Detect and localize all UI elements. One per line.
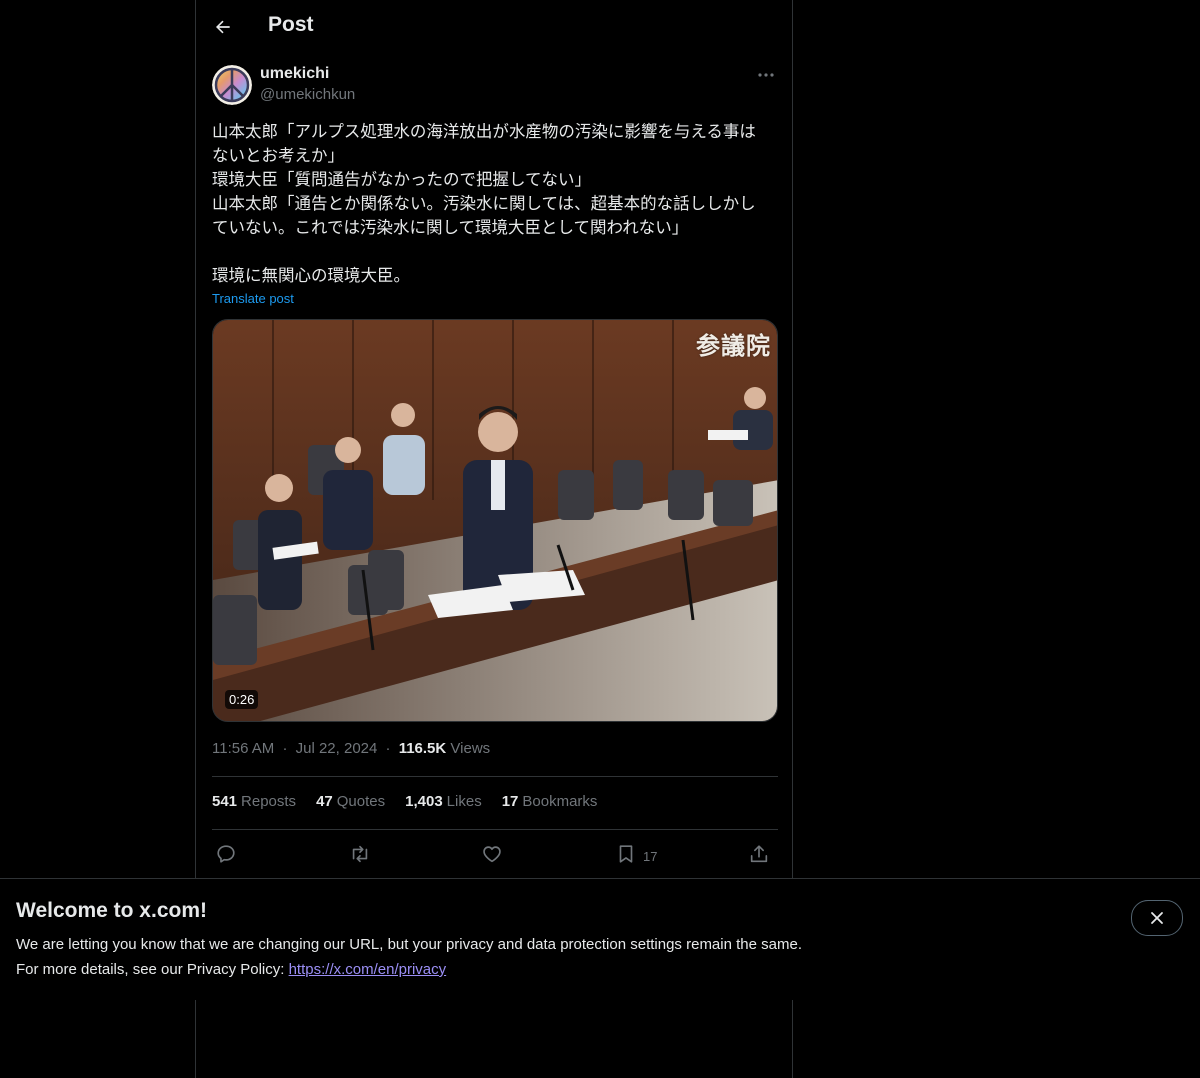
post-meta: 11:56 AM · Jul 22, 2024 · 116.5K Views <box>212 740 490 757</box>
translate-post-link[interactable]: Translate post <box>212 291 294 306</box>
bookmarks-label: Bookmarks <box>522 793 598 810</box>
user-handle[interactable]: @umekichkun <box>260 86 355 103</box>
close-icon <box>1151 912 1163 924</box>
likes-label: Likes <box>446 793 482 810</box>
page-title: Post <box>268 13 314 36</box>
banner-policy-prefix: For more details, see our Privacy Policy… <box>16 961 289 978</box>
post-text: 山本太郎「アルプス処理水の海洋放出が水産物の汚染に影響を与える事は ないとお考え… <box>212 120 778 288</box>
bookmark-icon <box>619 845 633 863</box>
bookmark-button[interactable]: 17 <box>615 840 657 868</box>
post-date[interactable]: Jul 22, 2024 <box>296 740 378 757</box>
post-line-blank <box>212 240 778 264</box>
reposts-stat[interactable]: 541 Reposts <box>212 793 296 810</box>
repost-button[interactable] <box>348 840 372 868</box>
reply-button[interactable] <box>215 840 237 868</box>
repost-icon <box>352 845 368 863</box>
divider <box>212 776 778 777</box>
reply-icon <box>217 845 235 863</box>
meta-separator: · <box>385 740 391 757</box>
post-line: 山本太郎「アルプス処理水の海洋放出が水産物の汚染に影響を与える事は <box>212 122 756 141</box>
video-duration-badge: 0:26 <box>225 690 259 709</box>
video-watermark: 参議院 <box>696 332 771 360</box>
quotes-label: Quotes <box>336 793 386 810</box>
views-label: Views <box>450 740 491 757</box>
views-count: 116.5K <box>398 740 447 757</box>
post-line: 環境に無関心の環境大臣。 <box>212 266 410 285</box>
privacy-policy-link[interactable]: https://x.com/en/privacy <box>289 961 447 978</box>
banner-policy-line: For more details, see our Privacy Policy… <box>16 961 446 978</box>
share-icon <box>750 845 768 863</box>
likes-count: 1,403 <box>405 793 443 810</box>
share-button[interactable] <box>748 840 770 868</box>
welcome-banner: Welcome to x.com! We are letting you kno… <box>0 878 1200 1000</box>
post-line: ていない。これでは汚染水に関して環境大臣として関われない」 <box>212 218 689 237</box>
bookmarks-stat[interactable]: 17 Bookmarks <box>502 793 598 810</box>
bookmark-action-count: 17 <box>643 848 658 864</box>
reposts-count: 541 <box>212 793 238 810</box>
peace-symbol-avatar <box>212 65 252 105</box>
quotes-count: 47 <box>316 793 333 810</box>
post-line: ないとお考えか」 <box>212 146 344 165</box>
banner-title: Welcome to x.com! <box>16 899 207 922</box>
meta-separator: · <box>282 740 288 757</box>
back-button[interactable] <box>206 10 240 44</box>
close-banner-button[interactable] <box>1131 900 1183 936</box>
banner-message: We are letting you know that we are chan… <box>16 936 802 953</box>
post-time[interactable]: 11:56 AM <box>212 740 274 757</box>
header: Post <box>196 0 792 54</box>
like-icon <box>483 846 501 863</box>
quotes-stat[interactable]: 47 Quotes <box>316 793 385 810</box>
post-stats: 541 Reposts 47 Quotes 1,403 Likes 17 Bookmar… <box>212 793 597 810</box>
like-button[interactable] <box>481 840 503 868</box>
more-button[interactable] <box>754 65 778 85</box>
more-icon <box>758 73 774 77</box>
action-bar: 17 <box>212 840 778 868</box>
display-name[interactable]: umekichi <box>260 65 329 83</box>
author-row: umekichi @umekichkun <box>212 64 778 108</box>
likes-stat[interactable]: 1,403 Likes <box>405 793 482 810</box>
bookmarks-count: 17 <box>501 793 519 810</box>
reposts-label: Reposts <box>241 793 297 810</box>
video-frame <box>213 320 777 721</box>
post-line: 山本太郎「通告とか関係ない。汚染水に関しては、超基本的な話ししかし <box>212 194 756 213</box>
back-arrow-icon <box>216 20 230 34</box>
post-line: 環境大臣「質問通告がなかったので把握してない」 <box>212 170 592 189</box>
avatar[interactable] <box>212 65 252 105</box>
video-player[interactable]: 参議院 0:26 <box>212 319 778 722</box>
divider <box>212 829 778 830</box>
